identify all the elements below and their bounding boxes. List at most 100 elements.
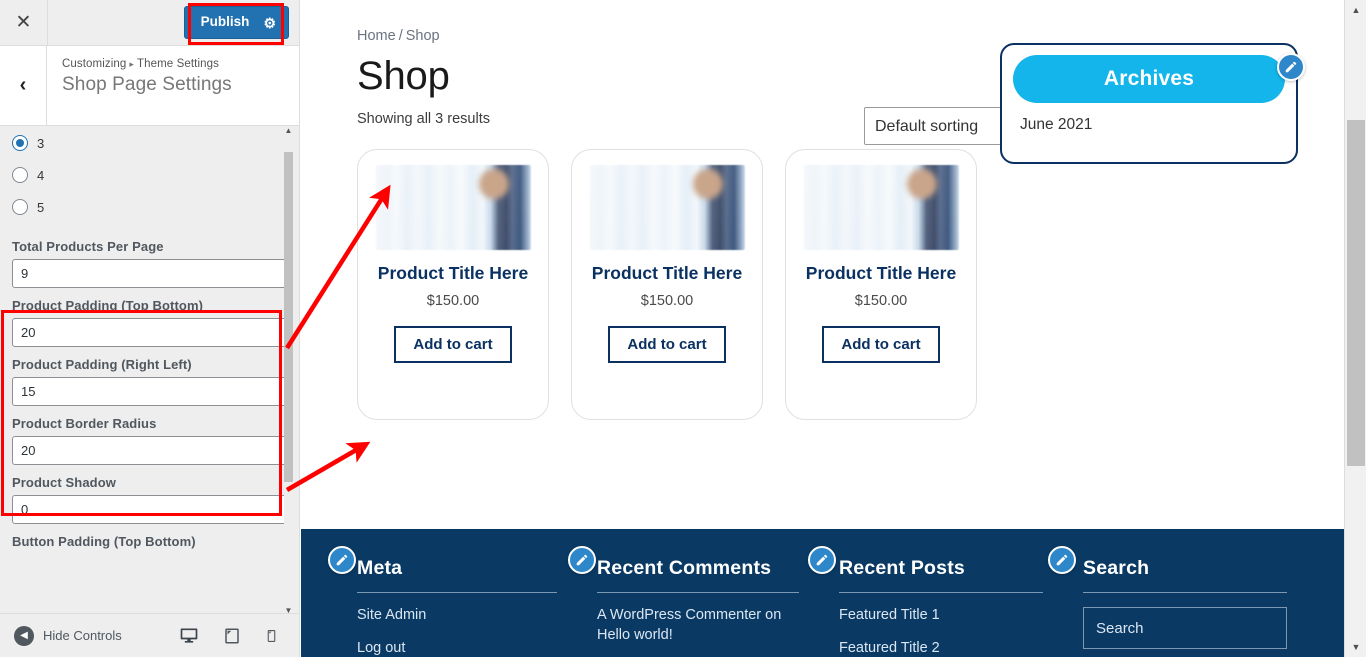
edit-search-widget-pencil-icon[interactable]: [1048, 546, 1076, 574]
back-button[interactable]: ‹: [0, 46, 47, 125]
footer-link[interactable]: Featured Title 1: [839, 606, 1043, 626]
field-button-padding-top-bottom: Button Padding (Top Bottom): [12, 534, 288, 549]
divider: [357, 592, 557, 593]
breadcrumb-current: Shop: [405, 28, 440, 44]
results-count: Showing all 3 results: [357, 111, 490, 127]
product-card[interactable]: Product Title Here $150.00 Add to cart: [785, 149, 977, 420]
radio-icon[interactable]: [12, 199, 28, 215]
product-price: $150.00: [854, 293, 908, 310]
radio-option-4[interactable]: 4: [12, 159, 288, 191]
product-image[interactable]: [589, 165, 745, 250]
panel-titles: Customizing ▸ Theme Settings Shop Page Set…: [47, 46, 232, 125]
field-product-shadow: Product Shadow: [12, 475, 288, 524]
publish-button-label: Publish: [200, 14, 250, 30]
customizer-screen: Home / Shop Shop Showing all 3 results Def…: [0, 0, 1366, 657]
publish-wrapper: Publish ⚙: [183, 6, 289, 39]
product-shadow-input[interactable]: [12, 495, 288, 524]
scrollbar-thumb[interactable]: [1347, 120, 1365, 466]
footer-search-input[interactable]: [1083, 607, 1287, 649]
footer-link[interactable]: Site Admin: [357, 606, 557, 626]
product-image[interactable]: [803, 165, 959, 250]
field-total-products-per-page: Total Products Per Page: [12, 239, 288, 288]
radio-option-5[interactable]: 5: [12, 191, 288, 223]
breadcrumb: Home / Shop: [357, 28, 1344, 44]
scroll-up-arrow-icon[interactable]: ▲: [1345, 2, 1366, 18]
scrollbar-thumb[interactable]: [284, 152, 293, 482]
footer-widget-title: Search: [1083, 557, 1150, 579]
breadcrumb-separator: /: [398, 28, 403, 44]
footer-widget-title: Recent Posts: [839, 557, 965, 579]
product-price: $150.00: [426, 293, 480, 310]
radio-label: 3: [37, 135, 45, 151]
collapse-arrow-icon: ◀: [14, 625, 34, 646]
divider: [1083, 592, 1287, 593]
product-border-radius-input[interactable]: [12, 436, 288, 465]
add-to-cart-button[interactable]: Add to cart: [394, 326, 512, 364]
archives-widget-title: Archives: [1013, 55, 1285, 103]
page-scrollbar[interactable]: ▲ ▼: [1344, 0, 1366, 657]
footer-widget-recent-posts: Recent Posts Featured Title 1 Featured T…: [839, 557, 1061, 657]
footer-widget-recent-comments: Recent Comments A WordPress Commenter on…: [597, 557, 817, 657]
field-product-border-radius: Product Border Radius: [12, 416, 288, 465]
edit-recent-posts-widget-pencil-icon[interactable]: [808, 546, 836, 574]
hide-controls-label: Hide Controls: [43, 628, 122, 643]
publish-button[interactable]: Publish ⚙: [183, 6, 289, 39]
customizer-breadcrumb: Customizing ▸ Theme Settings: [62, 58, 232, 70]
radio-icon[interactable]: [12, 135, 28, 151]
divider: [839, 592, 1043, 593]
radio-label: 5: [37, 199, 45, 215]
customizer-scrollbar[interactable]: ▲ ▼: [284, 124, 293, 615]
desktop-preview-icon[interactable]: [179, 626, 199, 646]
customizer-footer: ◀ Hide Controls: [0, 613, 299, 657]
product-price: $150.00: [640, 293, 694, 310]
product-card[interactable]: Product Title Here $150.00 Add to cart: [357, 149, 549, 420]
radio-icon[interactable]: [12, 167, 28, 183]
customizer-controls: 3 4 5 Total Products Per Page Product Pa…: [0, 127, 299, 614]
footer-widget-search: Search: [1083, 557, 1305, 657]
breadcrumb-section[interactable]: Theme Settings: [137, 58, 219, 70]
product-title[interactable]: Product Title Here: [378, 263, 528, 284]
field-label: Product Border Radius: [12, 416, 157, 431]
tablet-preview-icon[interactable]: [223, 626, 241, 646]
close-customizer-icon[interactable]: ✕: [0, 0, 48, 45]
scroll-down-arrow-icon[interactable]: ▼: [1345, 639, 1366, 655]
field-label: Product Padding (Top Bottom): [12, 298, 204, 313]
edit-archives-widget-pencil-icon[interactable]: [1277, 53, 1305, 81]
product-padding-top-bottom-input[interactable]: [12, 318, 288, 347]
footer-link[interactable]: Featured Title 2: [839, 639, 1043, 657]
footer-widget-title: Recent Comments: [597, 557, 772, 579]
breadcrumb-home[interactable]: Home: [357, 28, 396, 44]
product-padding-right-left-input[interactable]: [12, 377, 288, 406]
panel-title: Shop Page Settings: [62, 74, 232, 95]
field-label: Button Padding (Top Bottom): [12, 534, 196, 549]
archives-item[interactable]: June 2021: [1020, 116, 1296, 134]
radio-option-3[interactable]: 3: [12, 127, 288, 159]
customizer-sidebar: ✕ Publish ⚙ ‹ Customizing ▸ Theme Settings…: [0, 0, 300, 657]
gear-icon[interactable]: ⚙: [263, 16, 276, 30]
field-label: Product Padding (Right Left): [12, 357, 192, 372]
total-products-per-page-input[interactable]: [12, 259, 288, 288]
product-title[interactable]: Product Title Here: [806, 263, 956, 284]
add-to-cart-button[interactable]: Add to cart: [608, 326, 726, 364]
field-label: Product Shadow: [12, 475, 116, 490]
breadcrumb-root: Customizing: [62, 58, 127, 70]
product-card[interactable]: Product Title Here $150.00 Add to cart: [571, 149, 763, 420]
archives-widget: Archives June 2021: [1000, 43, 1298, 164]
mobile-preview-icon[interactable]: [265, 626, 278, 646]
customizer-header: ✕ Publish ⚙: [0, 0, 299, 46]
hide-controls-button[interactable]: ◀ Hide Controls: [14, 625, 122, 646]
panel-title-bar: ‹ Customizing ▸ Theme Settings Shop Page S…: [0, 46, 299, 126]
product-title[interactable]: Product Title Here: [592, 263, 742, 284]
scroll-up-arrow-icon[interactable]: ▲: [284, 124, 293, 136]
controls-inner: 3 4 5 Total Products Per Page Product Pa…: [0, 127, 299, 549]
footer-widget-meta: Meta Site Admin Log out: [357, 557, 575, 657]
footer-link[interactable]: A WordPress Commenter on Hello world!: [597, 606, 799, 645]
add-to-cart-button[interactable]: Add to cart: [822, 326, 940, 364]
product-image[interactable]: [375, 165, 531, 250]
footer-link[interactable]: Log out: [357, 639, 557, 657]
device-preview-switcher: [179, 626, 278, 646]
edit-meta-widget-pencil-icon[interactable]: [328, 546, 356, 574]
edit-recent-comments-widget-pencil-icon[interactable]: [568, 546, 596, 574]
radio-label: 4: [37, 167, 45, 183]
